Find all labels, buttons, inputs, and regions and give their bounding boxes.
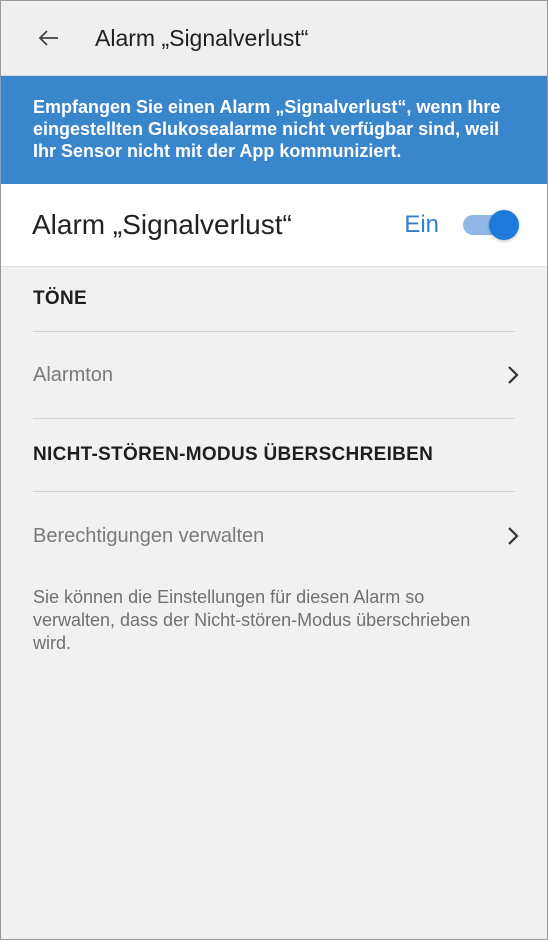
screen: Alarm „Signalverlust“ Empfangen Sie eine…: [0, 0, 548, 940]
back-button[interactable]: [29, 18, 69, 58]
section-title-dnd: NICHT-STÖREN-MODUS ÜBERSCHREIBEN: [33, 444, 434, 465]
chevron-right-icon: [508, 527, 519, 545]
page-title: Alarm „Signalverlust“: [95, 24, 309, 51]
top-app-bar: Alarm „Signalverlust“: [1, 1, 547, 76]
toggle-state-text: Ein: [404, 211, 439, 238]
switch-knob: [489, 210, 519, 240]
toggle-label: Alarm „Signalverlust“: [32, 209, 292, 240]
section-title-tones: TÖNE: [33, 288, 87, 309]
alarm-tone-item[interactable]: Alarmton: [1, 332, 547, 418]
signal-loss-switch[interactable]: [463, 210, 519, 240]
manage-permissions-label: Berechtigungen verwalten: [33, 524, 265, 547]
info-banner: Empfangen Sie einen Alarm „Signalverlust…: [1, 76, 547, 184]
signal-loss-toggle-row[interactable]: Alarm „Signalverlust“ Ein: [1, 184, 547, 267]
arrow-left-icon: [38, 30, 58, 46]
alarm-tone-label: Alarmton: [33, 363, 114, 386]
manage-permissions-item[interactable]: Berechtigungen verwalten: [1, 492, 547, 580]
chevron-right-icon: [508, 366, 519, 384]
dnd-description: Sie können die Einstellungen für diesen …: [33, 587, 471, 653]
